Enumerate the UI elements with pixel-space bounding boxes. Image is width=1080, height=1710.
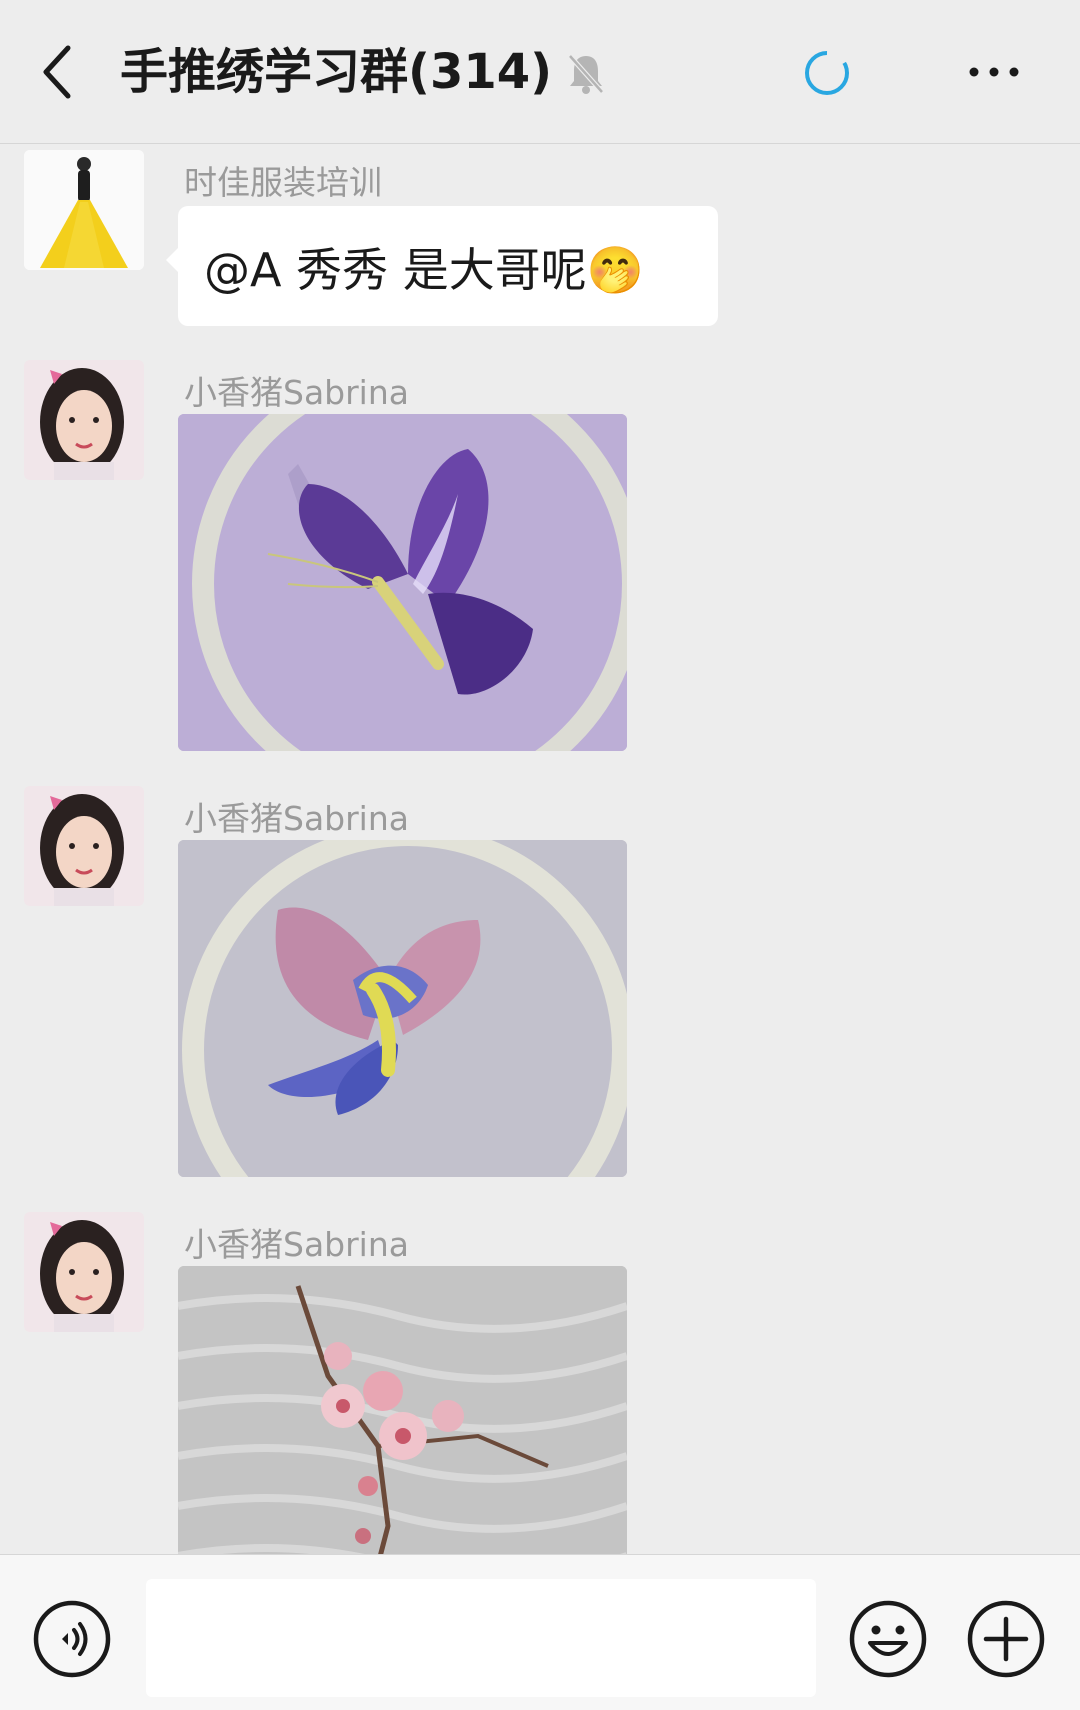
sender-name: 小香猪Sabrina: [184, 1225, 409, 1264]
avatar[interactable]: [24, 150, 144, 270]
bell-muted-icon: [568, 54, 604, 94]
message-input-bar: [0, 1554, 1080, 1710]
chat-header: 手推绣学习群(314): [0, 0, 1080, 144]
message-text-content: @A 秀秀 是大哥呢: [204, 243, 587, 297]
smiley-icon[interactable]: [848, 1599, 928, 1679]
plus-circle-icon[interactable]: [966, 1599, 1046, 1679]
message-item: 小香猪Sabrina: [0, 360, 1080, 760]
avatar[interactable]: [24, 1212, 144, 1332]
sender-name: 小香猪Sabrina: [184, 799, 409, 838]
avatar[interactable]: [24, 786, 144, 906]
avatar[interactable]: [24, 360, 144, 480]
chat-title: 手推绣学习群(314): [120, 44, 553, 100]
message-input[interactable]: [146, 1579, 816, 1697]
message-text: @A 秀秀 是大哥呢🤭: [204, 234, 644, 300]
message-image[interactable]: [178, 1266, 627, 1554]
message-bubble[interactable]: @A 秀秀 是大哥呢🤭: [166, 206, 718, 326]
sender-name: 小香猪Sabrina: [184, 373, 409, 412]
loading-spinner-icon: [805, 50, 849, 95]
voice-icon[interactable]: [32, 1599, 112, 1679]
message-image[interactable]: [178, 840, 627, 1177]
face-with-hand-over-mouth-emoji: 🤭: [586, 243, 644, 297]
message-item: 时佳服装培训 @A 秀秀 是大哥呢🤭: [0, 146, 1080, 336]
chevron-left-icon[interactable]: [38, 40, 78, 104]
sender-name: 时佳服装培训: [184, 163, 382, 202]
more-horizontal-icon[interactable]: [966, 62, 1022, 82]
message-item: 小香猪Sabrina: [0, 1212, 1080, 1554]
message-item: 小香猪Sabrina: [0, 786, 1080, 1186]
message-image[interactable]: [178, 414, 627, 751]
